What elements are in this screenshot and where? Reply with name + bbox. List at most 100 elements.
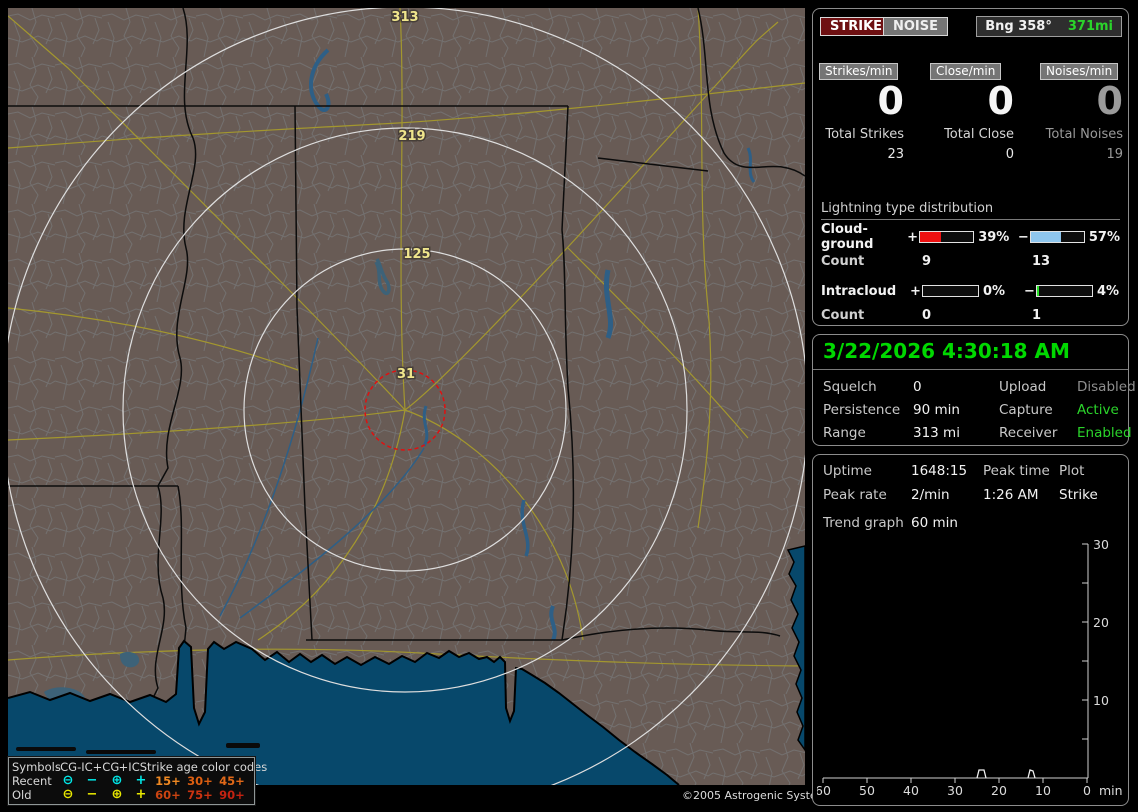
ytick-30: 30 (1093, 537, 1109, 552)
strikes-per-min-value: 0 (877, 79, 904, 123)
close-per-min-value: 0 (987, 79, 1014, 123)
range-value: 313 mi (913, 425, 960, 441)
xtick-40: 40 (903, 783, 919, 798)
minus-icon: − (86, 787, 98, 802)
cg-plus-count: 9 (922, 254, 932, 269)
app-window: { "colors": { "land": "#685b55", "water"… (0, 0, 1138, 812)
lightning-type-distribution: Lightning type distribution Cloud-ground… (821, 201, 1120, 323)
legend-old-label: Old (12, 788, 32, 802)
peak-time-value: 1:26 AM (983, 487, 1039, 503)
minus-sign: − (1017, 229, 1029, 245)
receiver-label: Receiver (999, 425, 1058, 441)
stats-trend-panel: Uptime 1648:15 Peak time Plot Peak rate … (812, 454, 1129, 806)
ring-label-219: 219 (398, 129, 425, 144)
legend-recent-row: Recent ⊖ − ⊕ + 15+ 30+ 45+ (12, 774, 251, 788)
trend-graph-value: 60 min (911, 515, 958, 531)
legend-col-neg-cg: -CG (56, 760, 78, 774)
trend-series (976, 769, 1036, 779)
legend-symbols-header: Symbols (12, 760, 61, 774)
legend-col-pos-cg: +CG (92, 760, 120, 774)
stats-rows: Uptime 1648:15 Peak time Plot Peak rate … (813, 455, 1128, 503)
count-label: Count (821, 254, 865, 269)
minus-sign: − (1024, 283, 1035, 299)
rate-counters: Strikes/min 0 Total Strikes 23 Close/min… (819, 63, 1123, 162)
ic-minus-pct: 4% (1097, 283, 1120, 299)
trend-graph-label: Trend graph (823, 515, 904, 531)
bearing-range-value: 371mi (1067, 19, 1113, 34)
legend-header-row: Symbols -CG -IC +CG +IC Strike age color… (12, 760, 267, 774)
close-counter: Close/min 0 Total Close 0 (930, 63, 1014, 162)
ic-count-row: Count 0 1 (821, 308, 1120, 323)
copyright-text: ©2005 Astrogenic Systems (682, 789, 834, 802)
ytick-10: 10 (1093, 693, 1109, 708)
noise-toggle-button[interactable]: NOISE (883, 17, 949, 36)
age-90: 90+ (219, 788, 245, 802)
minus-icon: − (86, 773, 98, 788)
ring-label-31: 31 (397, 367, 415, 382)
xtick-0: 0 (1083, 783, 1091, 798)
peak-rate-label: Peak rate (823, 487, 887, 503)
map-svg: 313 219 125 31 (8, 8, 805, 785)
strikes-per-min-chip: Strikes/min (819, 63, 899, 80)
status-panel: 3/22/2026 4:30:18 AM Squelch 0 Upload Di… (812, 334, 1136, 446)
trend-graph-setting: Trend graph 60 min (813, 503, 1128, 531)
plus-sign: + (907, 229, 919, 245)
strike-toggle-button[interactable]: STRIKE (820, 17, 893, 36)
x-unit-label: min (1099, 783, 1123, 798)
age-45: 45+ (219, 774, 245, 788)
peak-time-label: Peak time (983, 463, 1050, 479)
cloud-ground-label: Cloud-ground (821, 222, 874, 252)
ic-plus-pct: 0% (983, 283, 1006, 299)
total-close-label: Total Close (944, 127, 1014, 142)
persistence-value: 90 min (913, 402, 960, 418)
receiver-status: Enabled (1077, 425, 1132, 441)
total-strikes-label: Total Strikes (825, 127, 904, 142)
noises-counter: Noises/min 0 Total Noises 19 (1040, 63, 1123, 162)
ring-label-313: 313 (391, 10, 418, 25)
intracloud-row: Intracloud + 0% − 4% (821, 283, 1120, 299)
trend-axes (822, 543, 1089, 783)
capture-status: Active (1077, 402, 1119, 418)
cg-plus-pct: 39% (978, 229, 1010, 245)
ytick-20: 20 (1093, 615, 1109, 630)
status-rows: Squelch 0 Upload Disabled Persistence 90… (813, 370, 1136, 441)
circle-minus-icon: ⊖ (62, 787, 74, 802)
total-strikes-value: 23 (887, 147, 904, 162)
legend-recent-label: Recent (12, 774, 52, 788)
cg-minus-pct: 57% (1088, 229, 1120, 245)
lightning-map[interactable]: 313 219 125 31 (8, 8, 805, 785)
circle-plus-icon: ⊕ (111, 787, 123, 802)
trend-graph: 30 20 10 60 50 40 30 20 10 0 min (817, 537, 1123, 798)
plus-sign: + (910, 283, 921, 299)
age-15: 15+ (155, 774, 181, 788)
noises-per-min-value: 0 (1096, 79, 1123, 123)
upload-label: Upload (999, 379, 1047, 395)
uptime-label: Uptime (823, 463, 872, 479)
cg-plus-bar (918, 231, 975, 243)
total-close-value: 0 (1005, 147, 1014, 162)
cloud-ground-row: Cloud-ground + 39% − 57% (821, 222, 1120, 252)
distribution-header: Lightning type distribution (821, 201, 1120, 220)
legend-col-pos-ic: +IC (118, 760, 140, 774)
peak-rate-value: 2/min (911, 487, 950, 503)
xtick-30: 30 (947, 783, 963, 798)
plus-icon: + (135, 773, 147, 788)
plot-label: Plot (1059, 463, 1085, 479)
map-legend: Symbols -CG -IC +CG +IC Strike age color… (7, 756, 267, 806)
squelch-value: 0 (913, 379, 922, 395)
ic-plus-bar (922, 285, 979, 297)
xtick-10: 10 (1035, 783, 1051, 798)
plus-icon: + (135, 787, 147, 802)
plot-value: Strike (1059, 487, 1098, 503)
count-label: Count (821, 308, 865, 323)
ic-plus-count: 0 (922, 308, 932, 323)
cg-count-row: Count 9 13 (821, 254, 1120, 269)
total-noises-label: Total Noises (1045, 127, 1123, 142)
xtick-60: 60 (817, 783, 831, 798)
circle-plus-icon: ⊕ (111, 773, 123, 788)
ring-label-125: 125 (403, 247, 430, 262)
intracloud-label: Intracloud (821, 283, 897, 299)
noises-per-min-chip: Noises/min (1040, 63, 1119, 80)
legend-col-neg-ic: -IC (77, 760, 93, 774)
bearing-value: Bng 358° (985, 19, 1052, 34)
